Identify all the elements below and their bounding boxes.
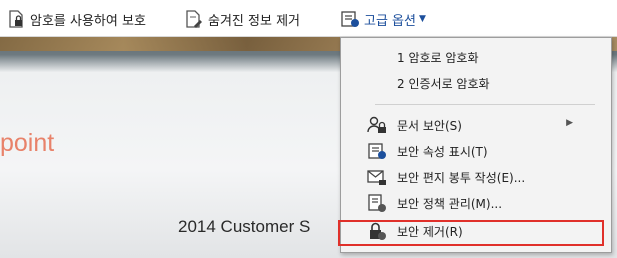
users-lock-icon	[367, 116, 386, 133]
menu-item-label: 문서 보안(S)	[397, 119, 462, 133]
remove-security-highlight-box	[338, 220, 604, 246]
remove-hidden-info-button[interactable]: 숨겨진 정보 제거	[184, 9, 300, 29]
policy-icon	[368, 194, 386, 212]
menu-item-encrypt-password[interactable]: 1 암호로 암호화	[341, 46, 611, 68]
toolbar-item-label: 숨겨진 정보 제거	[208, 13, 300, 29]
menu-item-encrypt-certificate[interactable]: 2 인증서로 암호화	[341, 72, 611, 94]
envelope-lock-icon	[367, 170, 386, 185]
menu-item-document-security[interactable]: 문서 보안(S) ▶	[341, 114, 611, 136]
lock-document-icon	[9, 10, 23, 28]
menu-item-create-security-envelope[interactable]: 보안 편지 봉투 작성(E)...	[341, 166, 611, 188]
chevron-down-icon: ▼	[418, 14, 426, 24]
remove-info-icon	[186, 10, 202, 28]
menu-item-show-security-properties[interactable]: 보안 속성 표시(T)	[341, 140, 611, 162]
menu-item-label: 2 인증서로 암호화	[397, 77, 490, 91]
menu-item-label: 보안 편지 봉투 작성(E)...	[397, 171, 526, 185]
menu-item-label: 보안 정책 관리(M)...	[397, 197, 503, 211]
toolbar: 암호를 사용하여 보호 숨겨진 정보 제거 고급 옵션 ▼	[0, 0, 617, 37]
advanced-options-icon	[341, 11, 359, 27]
menu-separator	[375, 104, 595, 105]
toolbar-item-label: 고급 옵션	[364, 13, 416, 29]
advanced-options-button[interactable]: 고급 옵션 ▼	[340, 9, 426, 29]
toolbar-item-label: 암호를 사용하여 보호	[30, 13, 146, 29]
menu-item-manage-security-policies[interactable]: 보안 정책 관리(M)...	[341, 192, 611, 214]
protect-with-password-button[interactable]: 암호를 사용하여 보호	[6, 9, 146, 29]
document-title-fragment: point	[0, 129, 55, 157]
security-props-icon	[368, 143, 386, 159]
menu-item-label: 1 암호로 암호화	[397, 51, 479, 65]
submenu-arrow-icon: ▶	[566, 118, 573, 128]
menu-item-label: 보안 속성 표시(T)	[397, 145, 488, 159]
document-subtitle: 2014 Customer S	[178, 217, 311, 236]
